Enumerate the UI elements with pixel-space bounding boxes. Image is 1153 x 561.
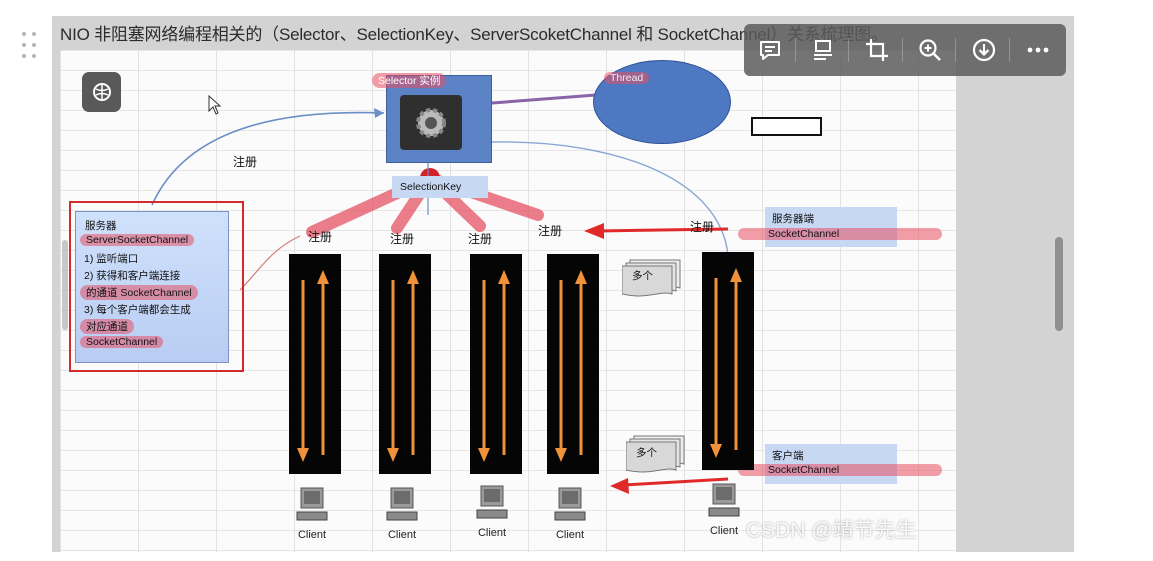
more-button[interactable]: [1020, 32, 1056, 68]
csdn-watermark: CSDN @靖节先生: [746, 519, 917, 542]
client-computer-2: Client: [382, 486, 422, 541]
computer-icon: [708, 483, 740, 517]
ocr-text-icon: [814, 40, 832, 60]
computer-icon: [296, 487, 328, 521]
crop-icon: [866, 39, 888, 61]
bidirectional-arrows: [297, 268, 742, 462]
crop-button[interactable]: [859, 32, 895, 68]
vertical-scrollbar[interactable]: [1055, 237, 1063, 331]
comment-button[interactable]: [752, 32, 788, 68]
download-icon: [972, 38, 996, 62]
client-computer-3: Client: [472, 484, 512, 539]
zoom-in-button[interactable]: [912, 32, 948, 68]
client-label-5: Client: [709, 525, 739, 537]
client-computer-1: Client: [292, 486, 332, 541]
client-label-3: Client: [477, 527, 507, 539]
ocr-text-button[interactable]: [805, 32, 841, 68]
image-toolbar: [744, 24, 1066, 76]
computer-icon: [476, 485, 508, 519]
more-icon: [1027, 47, 1049, 53]
left-scroll-indicator: [62, 240, 68, 330]
download-button[interactable]: [966, 32, 1002, 68]
client-computer-5: Client: [704, 482, 744, 537]
computer-icon: [554, 487, 586, 521]
client-computer-4: Client: [550, 486, 590, 541]
zoom-in-icon: [919, 39, 941, 61]
client-label-1: Client: [297, 529, 327, 541]
client-label-4: Client: [555, 529, 585, 541]
computer-icon: [386, 487, 418, 521]
comment-icon: [760, 41, 780, 60]
client-label-2: Client: [387, 529, 417, 541]
